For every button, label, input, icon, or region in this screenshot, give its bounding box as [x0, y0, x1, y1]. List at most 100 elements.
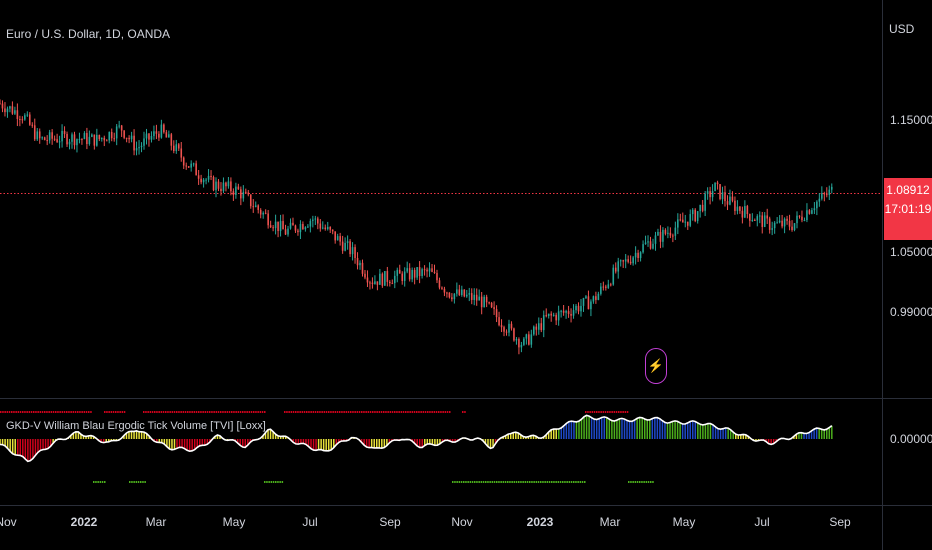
candle-body [667, 232, 669, 234]
signal-dot [647, 481, 650, 483]
candle-body [753, 220, 756, 222]
candle-body [123, 130, 125, 138]
candle-body [525, 334, 528, 339]
candle-body [88, 136, 91, 145]
signal-dot [618, 411, 620, 413]
oscillator-bar [325, 439, 327, 451]
candle-body [297, 230, 299, 233]
signal-dot [321, 411, 323, 413]
signal-dot [264, 481, 266, 483]
candle-body [98, 134, 101, 140]
signal-dot [270, 481, 273, 483]
oscillator-bar [598, 418, 600, 439]
oscillator-bar [633, 419, 636, 439]
candle-body [411, 269, 413, 280]
time-axis: Nov 2022 Mar May Jul Sep Nov 2023 Mar May Jul Sep [0, 515, 851, 529]
oscillator-bar [320, 439, 322, 450]
candle-body [6, 108, 9, 113]
signal-dot [248, 411, 251, 413]
signal-dot [502, 481, 505, 483]
candle-body [778, 220, 781, 223]
candle-body [659, 231, 662, 242]
candle-body [741, 210, 744, 218]
signal-dot [239, 411, 242, 413]
candle-body [565, 311, 567, 313]
signal-dot [250, 411, 253, 413]
candle-body [719, 184, 721, 200]
oscillator-bar [664, 422, 666, 439]
oscillator-bar [552, 429, 555, 439]
signal-dot [402, 411, 405, 413]
oscillator-bar [666, 423, 669, 439]
signal-dot [350, 411, 352, 413]
oscillator-bar [133, 431, 135, 439]
candle-body [518, 339, 520, 348]
candle-body [672, 235, 674, 237]
oscillator-bar [16, 439, 19, 456]
candle-body [500, 325, 503, 328]
signal-dot [242, 411, 244, 413]
oscillator-bar [618, 418, 621, 439]
oscillator-bar [646, 419, 649, 439]
signal-dot [140, 481, 142, 483]
candle-body [560, 310, 562, 312]
candle-body [1, 103, 4, 109]
signal-dot [133, 481, 135, 483]
signal-dot [584, 481, 586, 483]
candle-body [662, 229, 664, 242]
lightning-icon[interactable]: ⚡ [645, 348, 667, 384]
candle-body [761, 215, 764, 227]
candle-body [637, 252, 639, 258]
candle-body [217, 181, 220, 189]
candle-body [657, 231, 659, 236]
signal-dot [268, 481, 270, 483]
signal-dot [158, 411, 160, 413]
oscillator-bar [601, 417, 603, 439]
chart-canvas[interactable]: 1.15000 1.05000 0.99000 0.00000 Nov 2022 Mar M… [0, 0, 932, 550]
candle-body [515, 339, 518, 341]
candle-body [33, 125, 36, 140]
signal-dot [449, 411, 451, 413]
signal-dot [33, 411, 35, 413]
candle-body [580, 305, 582, 312]
signal-dot [559, 481, 562, 483]
candle-body [533, 326, 535, 335]
candle-body [644, 242, 647, 245]
signal-dot [70, 411, 72, 413]
signal-dot [217, 411, 220, 413]
signal-dot [259, 411, 262, 413]
candle-body [605, 286, 607, 288]
candle-body [78, 139, 81, 141]
time-tick-label: Mar [146, 515, 167, 529]
signal-dot [198, 411, 200, 413]
candle-body [128, 137, 130, 140]
candle-body [48, 132, 51, 141]
signal-dot [93, 481, 95, 483]
candle-body [73, 134, 76, 146]
candle-body [418, 267, 421, 277]
candle-body [696, 211, 699, 222]
signal-dot [440, 411, 442, 413]
signal-dot [418, 411, 420, 413]
candle-body [170, 134, 173, 146]
candle-body [379, 273, 381, 285]
candle-body [53, 138, 56, 140]
candle-body [572, 310, 575, 316]
oscillator-bar [37, 439, 39, 453]
candle-body [513, 328, 515, 341]
oscillator-bar [578, 421, 580, 439]
oscillator-bar [176, 439, 178, 449]
signal-dot [581, 481, 584, 483]
candle-body [321, 227, 324, 229]
signal-dot [97, 481, 99, 483]
signal-dot [562, 481, 564, 483]
candle-body [331, 229, 334, 232]
candle-body [133, 135, 135, 151]
candle-body [582, 298, 585, 306]
candle-body [461, 289, 463, 295]
signal-dot [121, 411, 124, 413]
oscillator-bar [201, 439, 204, 446]
candle-body [483, 296, 485, 308]
candle-body [282, 221, 284, 230]
signal-dot [288, 411, 290, 413]
